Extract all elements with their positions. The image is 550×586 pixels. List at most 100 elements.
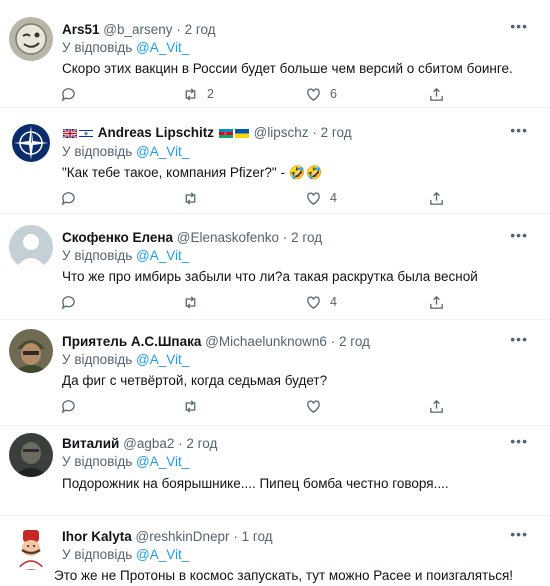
- reply-context: У відповідь @A_Vit_: [62, 248, 189, 263]
- tweet-actions: 4: [60, 292, 450, 312]
- retweet-icon: [185, 295, 196, 309]
- reply-icon: [61, 191, 75, 206]
- timestamp[interactable]: 2 год: [186, 436, 217, 451]
- heart-icon: [307, 400, 320, 413]
- reply-context: У відповідь @A_Vit_: [62, 547, 189, 562]
- author-handle[interactable]: @Elenaskofenko: [177, 230, 279, 245]
- author-handle[interactable]: @Michaelunknown6: [205, 334, 327, 349]
- retweet-button[interactable]: 2: [182, 84, 214, 104]
- retweet-button[interactable]: [182, 188, 207, 208]
- separator-dot: ·: [176, 22, 181, 37]
- share-icon: [430, 191, 443, 205]
- like-count: 4: [330, 295, 337, 309]
- share-button[interactable]: [428, 396, 445, 416]
- uk-flag-icon: [63, 128, 77, 138]
- reply-icon: [61, 295, 75, 310]
- tweet-actions: 4: [60, 188, 450, 208]
- share-button[interactable]: [428, 292, 445, 312]
- author-handle[interactable]: @agba2: [123, 436, 174, 451]
- like-button[interactable]: 4: [305, 188, 337, 208]
- timestamp[interactable]: 2 год: [321, 125, 352, 140]
- author-name[interactable]: Andreas Lipschitz: [98, 125, 214, 140]
- retweet-icon: [185, 191, 196, 205]
- tweet-ars51[interactable]: Ars51 @b_arseny · 2 год ••• У відповідь …: [0, 0, 550, 108]
- like-count: 4: [330, 191, 337, 205]
- tweet-ihor-kalyta[interactable]: Ihor Kalyta @reshkinDnepr · 1 год ••• У …: [0, 516, 550, 586]
- tweet-text: Скоро этих вакцин в России будет больше …: [62, 61, 513, 76]
- retweet-button[interactable]: [182, 396, 207, 416]
- author-name[interactable]: Ars51: [62, 22, 100, 37]
- separator-dot: ·: [178, 436, 183, 451]
- nato-emblem-avatar[interactable]: [9, 121, 53, 165]
- author-handle[interactable]: @b_arseny: [103, 22, 172, 37]
- timestamp[interactable]: 1 год: [242, 529, 273, 544]
- dark-photo-avatar[interactable]: [9, 433, 53, 477]
- more-options-icon[interactable]: •••: [510, 526, 528, 542]
- reply-mention[interactable]: @A_Vit_: [136, 547, 189, 562]
- share-icon: [430, 87, 443, 101]
- timestamp[interactable]: 2 год: [291, 230, 322, 245]
- share-button[interactable]: [428, 188, 445, 208]
- author-name[interactable]: Виталий: [62, 436, 119, 451]
- share-button[interactable]: [428, 84, 445, 104]
- retweet-icon: [185, 87, 196, 101]
- like-button[interactable]: 4: [305, 292, 337, 312]
- separator-dot: ·: [312, 125, 317, 140]
- reply-mention[interactable]: @A_Vit_: [136, 454, 189, 469]
- like-button[interactable]: 6: [305, 84, 337, 104]
- tweet-text: Это же не Протоны в космос запускать, ту…: [54, 568, 514, 583]
- tweet-vitaliy[interactable]: Виталий @agba2 · 2 год ••• У відповідь @…: [0, 426, 550, 516]
- tweet-header: Ihor Kalyta @reshkinDnepr · 1 год: [62, 529, 273, 544]
- heart-icon: [307, 88, 320, 101]
- separator-dot: ·: [330, 334, 336, 349]
- reply-mention[interactable]: @A_Vit_: [136, 248, 189, 263]
- more-options-icon[interactable]: •••: [510, 433, 528, 449]
- timestamp[interactable]: 2 год: [339, 334, 370, 349]
- more-options-icon[interactable]: •••: [510, 331, 528, 347]
- timestamp[interactable]: 2 год: [185, 22, 216, 37]
- tweet-header: Виталий @agba2 · 2 год: [62, 436, 217, 451]
- reply-prefix: У відповідь: [62, 40, 133, 55]
- author-handle[interactable]: @lipschz: [254, 125, 309, 140]
- tweet-priyatel-shpaka[interactable]: Приятель А.С.Шпака @Michaelunknown6 · 2 …: [0, 320, 550, 426]
- reply-button[interactable]: [60, 292, 77, 312]
- israel-flag-icon: [79, 128, 93, 138]
- ukraine-flag-icon: [234, 128, 249, 138]
- retweet-icon: [185, 399, 196, 413]
- author-name[interactable]: Скофенко Елена: [62, 230, 173, 245]
- winking-face-avatar[interactable]: [9, 17, 53, 61]
- reply-mention[interactable]: @A_Vit_: [136, 40, 189, 55]
- reply-mention[interactable]: @A_Vit_: [136, 352, 189, 367]
- reply-button[interactable]: [60, 396, 77, 416]
- tweet-text: Подорожник на боярышнике.... Пипец бомба…: [62, 476, 449, 491]
- tweet-header: Ars51 @b_arseny · 2 год: [62, 22, 216, 37]
- tweet-text: "Как тебе такое, компания Pfizer?" - 🤣🤣: [62, 165, 323, 180]
- reply-button[interactable]: [60, 188, 77, 208]
- tweet-header: Приятель А.С.Шпака @Michaelunknown6 · 2 …: [62, 334, 370, 349]
- more-options-icon[interactable]: •••: [510, 122, 528, 138]
- more-options-icon[interactable]: •••: [510, 227, 528, 243]
- author-name[interactable]: Приятель А.С.Шпака: [62, 334, 201, 349]
- reply-button[interactable]: [60, 84, 77, 104]
- tweet-header: Andreas Lipschitz @lipschz · 2 год: [62, 125, 352, 140]
- share-icon: [430, 399, 443, 413]
- tweet-header: Скофенко Елена @Elenaskofenko · 2 год: [62, 230, 322, 245]
- cartoon-man-avatar[interactable]: [9, 526, 53, 570]
- retweet-button[interactable]: [182, 292, 207, 312]
- reply-prefix: У відповідь: [62, 547, 133, 562]
- reply-icon: [61, 87, 75, 102]
- like-button[interactable]: [305, 396, 330, 416]
- author-handle[interactable]: @reshkinDnepr: [136, 529, 230, 544]
- reply-mention[interactable]: @A_Vit_: [136, 144, 189, 159]
- reply-context: У відповідь @A_Vit_: [62, 454, 189, 469]
- reply-prefix: У відповідь: [62, 248, 133, 263]
- retweet-count: 2: [207, 87, 214, 101]
- tweet-skofenko-elena[interactable]: Скофенко Елена @Elenaskofenko · 2 год ••…: [0, 214, 550, 320]
- reply-prefix: У відповідь: [62, 352, 133, 367]
- reply-context: У відповідь @A_Vit_: [62, 40, 189, 55]
- soldier-avatar[interactable]: [9, 329, 53, 373]
- author-name[interactable]: Ihor Kalyta: [62, 529, 132, 544]
- tweet-andreas-lipschitz[interactable]: Andreas Lipschitz @lipschz · 2 год ••• У…: [0, 108, 550, 214]
- default-person-avatar[interactable]: [9, 225, 53, 269]
- more-options-icon[interactable]: •••: [510, 18, 528, 34]
